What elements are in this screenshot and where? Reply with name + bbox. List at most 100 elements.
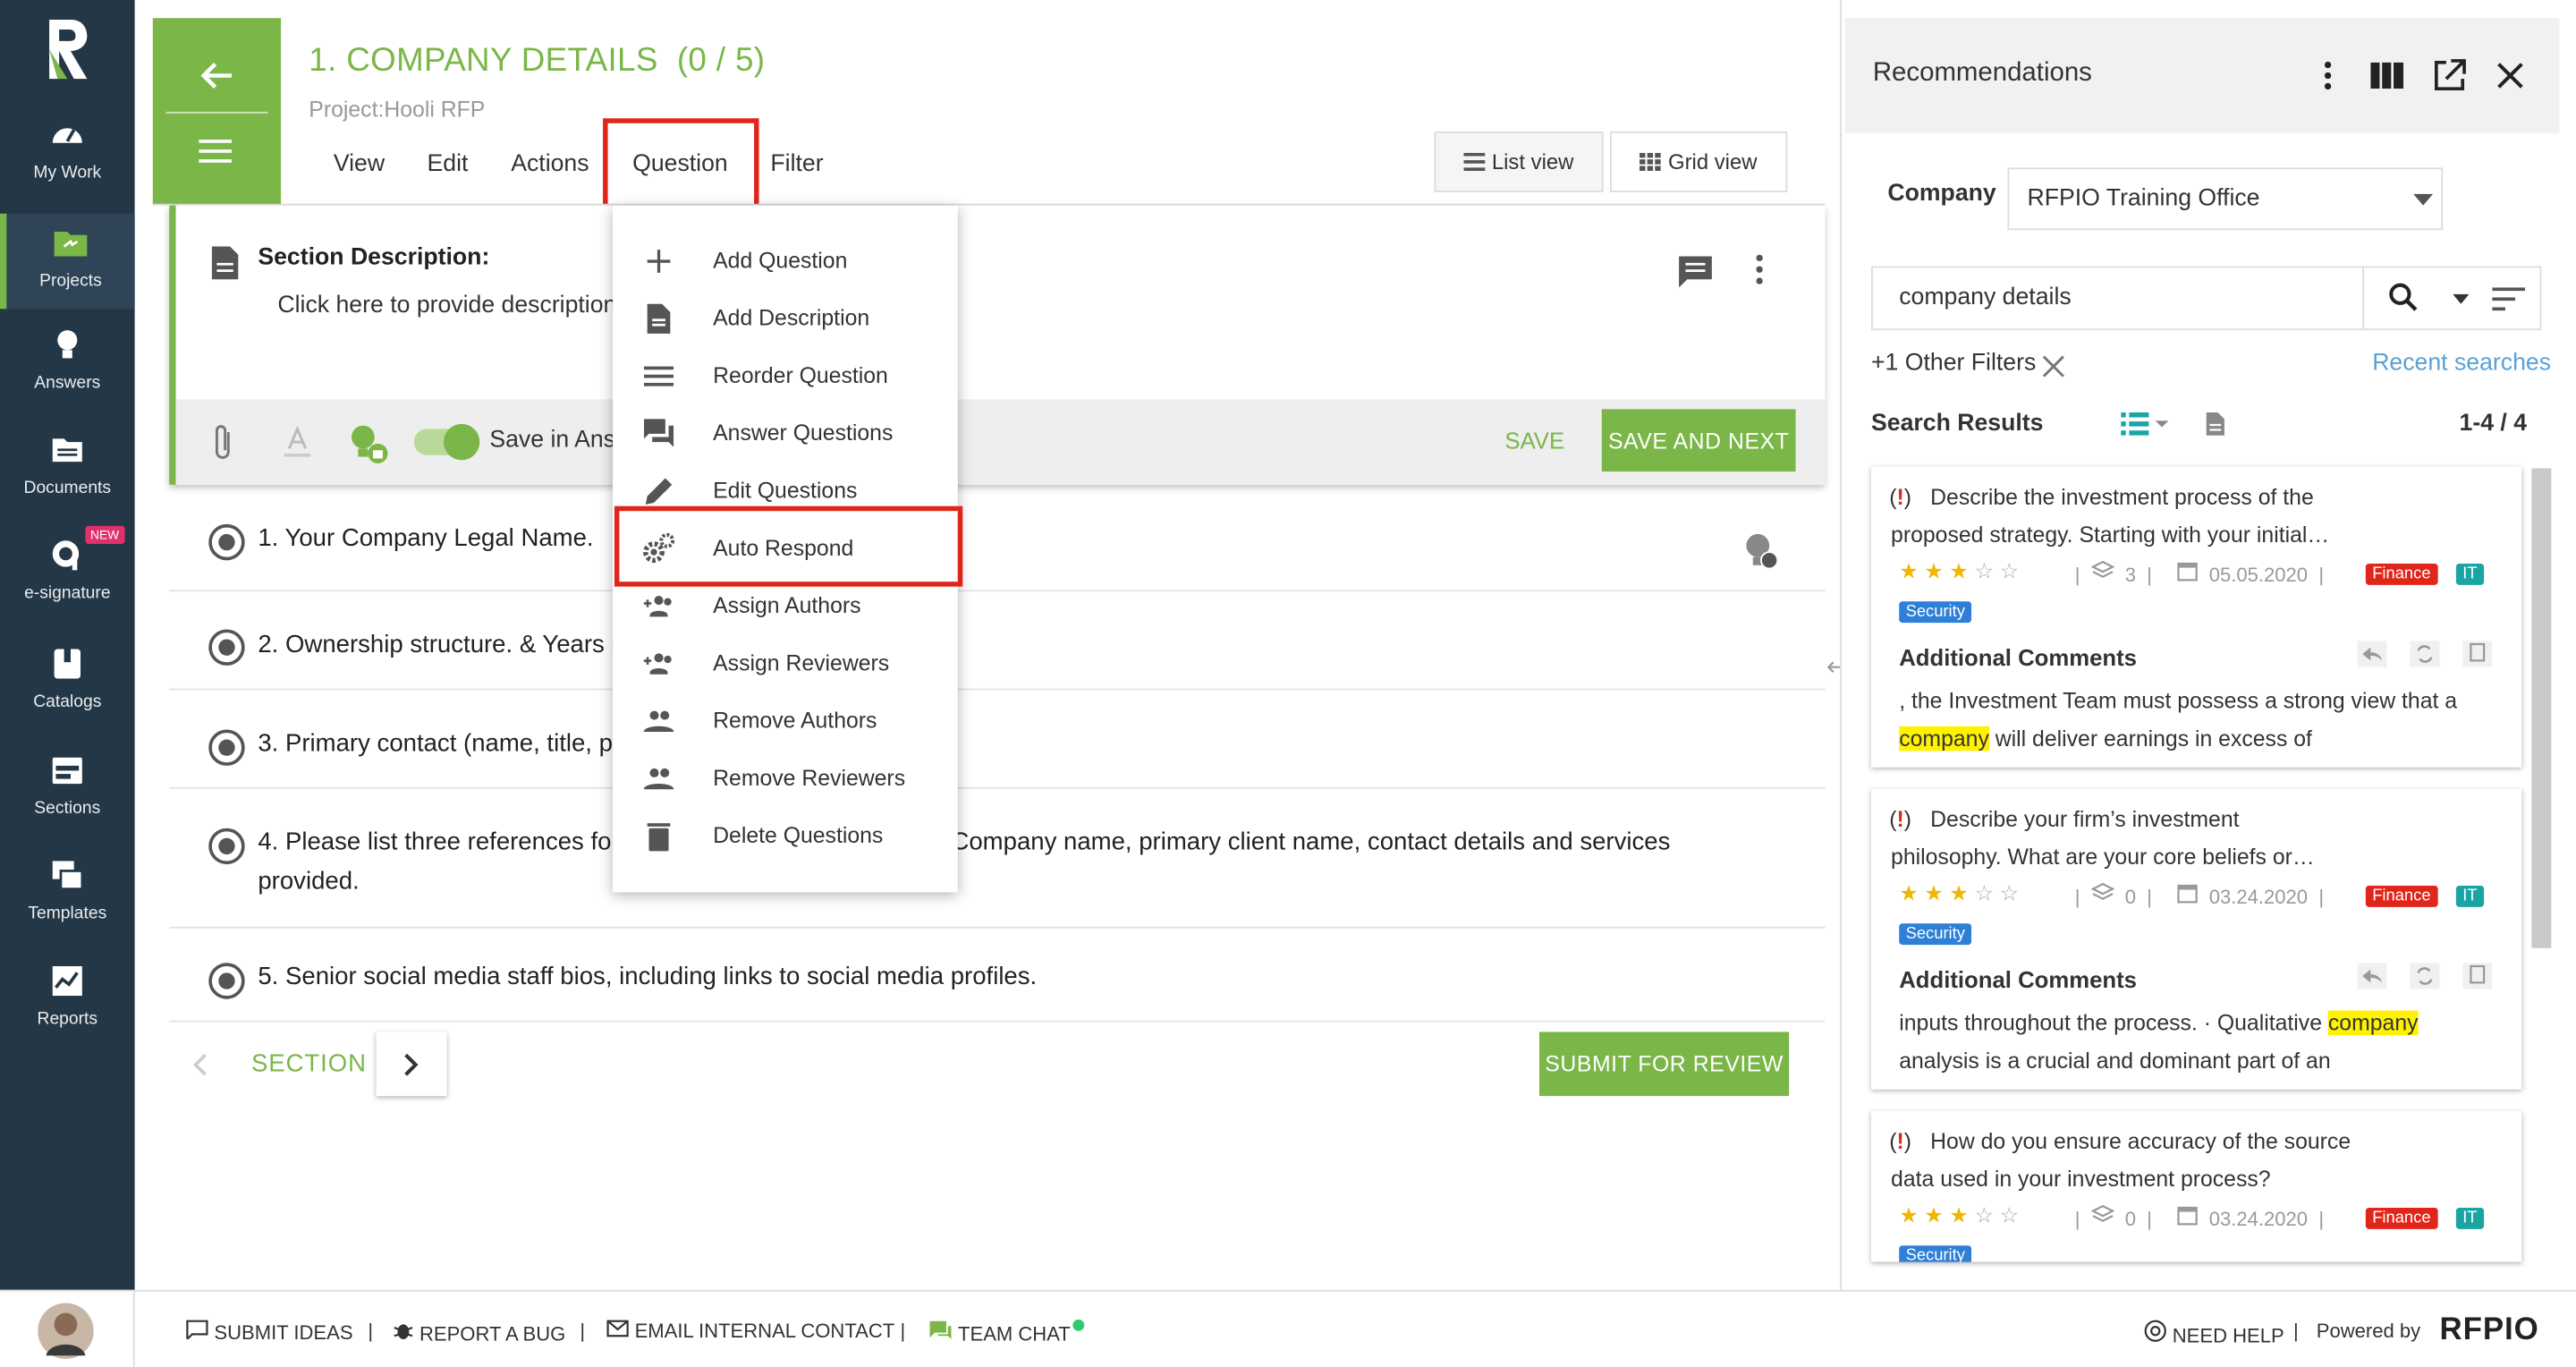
nav-projects[interactable]: Projects: [0, 213, 135, 310]
radio-icon[interactable]: [208, 963, 245, 999]
section-description-card: Section Description: Click here to provi…: [169, 205, 1826, 485]
section-label: SECTION: [251, 1049, 367, 1078]
email-contact-link[interactable]: EMAIL INTERNAL CONTACT: [606, 1320, 894, 1343]
list-view-label: List view: [1491, 149, 1574, 174]
nav-documents[interactable]: Documents: [0, 430, 135, 513]
nav-sections[interactable]: Sections: [0, 751, 135, 833]
reply-icon[interactable]: [2357, 963, 2387, 989]
question-count: (0 / 5): [676, 42, 766, 80]
question-text: 4. Please list three references fo: [258, 828, 612, 856]
menu-item-remove-authors[interactable]: Remove Authors: [613, 692, 958, 749]
separator: |: [580, 1319, 586, 1343]
save-in-answers-toggle[interactable]: [413, 423, 480, 461]
lightbulb-check-icon[interactable]: [1741, 529, 1781, 572]
reply-icon[interactable]: [2357, 641, 2387, 667]
menu-item-answer-questions[interactable]: Answer Questions: [613, 404, 958, 462]
panel-title: Recommendations: [1872, 59, 2092, 88]
question-row[interactable]: 3. Primary contact (name, title, p: [169, 690, 1826, 789]
need-help-link[interactable]: NEED HELP: [2144, 1320, 2284, 1347]
more-vert-icon[interactable]: [1753, 253, 1767, 286]
refresh-icon[interactable]: [2410, 641, 2440, 667]
search-input[interactable]: company details: [1899, 284, 2071, 310]
menu-item-reorder-question[interactable]: Reorder Question: [613, 347, 958, 404]
scrollbar-thumb[interactable]: [2531, 468, 2552, 948]
menu-filter[interactable]: Filter: [770, 151, 823, 177]
nav-reports[interactable]: Reports: [0, 961, 135, 1043]
result-question-line2: proposed strategy. Starting with your in…: [1891, 522, 2330, 548]
text-format-icon[interactable]: [284, 425, 311, 459]
result-comment: , the Investment Team must possess a str…: [1899, 688, 2458, 751]
question-row[interactable]: 5. Senior social media staff bios, inclu…: [169, 929, 1826, 1023]
question-text: 3. Primary contact (name, title, p: [258, 729, 613, 758]
copy-icon[interactable]: [2462, 641, 2493, 667]
copy-icon[interactable]: [2462, 963, 2493, 989]
close-icon[interactable]: [2496, 61, 2525, 90]
radio-icon[interactable]: [208, 629, 245, 666]
result-card[interactable]: (!) Describe the investment process of t…: [1871, 466, 2522, 768]
list-toggle-icon[interactable]: [2121, 412, 2170, 436]
menu-item-remove-reviewers[interactable]: Remove Reviewers: [613, 750, 958, 807]
columns-icon[interactable]: [2370, 62, 2404, 89]
hamburger-icon[interactable]: [199, 136, 234, 166]
menu-item-add-description[interactable]: Add Description: [613, 289, 958, 346]
menu-edit[interactable]: Edit: [428, 151, 469, 177]
radio-icon[interactable]: [208, 523, 245, 561]
result-card[interactable]: (!) Describe your firm’s investment phil…: [1871, 788, 2522, 1090]
menu-item-delete-questions[interactable]: Delete Questions: [613, 807, 958, 864]
report-bug-link[interactable]: REPORT A BUG: [393, 1320, 565, 1346]
menu-actions[interactable]: Actions: [511, 151, 589, 177]
grid-view-button[interactable]: Grid view: [1609, 131, 1788, 192]
recent-searches-link[interactable]: Recent searches: [2372, 350, 2551, 376]
submit-for-review-button[interactable]: SUBMIT FOR REVIEW: [1538, 1032, 1790, 1097]
comment-icon[interactable]: [1675, 253, 1715, 289]
menu-question[interactable]: Question: [632, 151, 728, 177]
list-view-button[interactable]: List view: [1434, 131, 1604, 192]
question-row[interactable]: 1. Your Company Legal Name.: [169, 493, 1826, 592]
menu-item-assign-reviewers[interactable]: Assign Reviewers: [613, 634, 958, 692]
sort-icon[interactable]: [2492, 286, 2526, 312]
section-toolbar: Save in Answers SAVE SAVE AND NEXT: [175, 399, 1826, 485]
additional-comments-label: Additional Comments: [1899, 643, 2137, 671]
result-date: 03.24.2020 |: [2177, 1204, 2324, 1231]
submit-ideas-link[interactable]: SUBMIT IDEAS: [186, 1320, 353, 1344]
open-external-icon[interactable]: [2431, 57, 2467, 93]
section-description-placeholder[interactable]: Click here to provide description: [277, 293, 614, 318]
nav-answers[interactable]: Answers: [0, 326, 135, 408]
more-vert-icon[interactable]: [2323, 61, 2333, 90]
save-and-next-button[interactable]: SAVE AND NEXT: [1601, 409, 1796, 472]
clear-filter-icon[interactable]: [2042, 355, 2065, 378]
team-chat-link[interactable]: TEAM CHAT: [928, 1319, 1084, 1346]
search-box[interactable]: company details: [1871, 266, 2542, 331]
nav-label: Templates: [28, 904, 107, 924]
company-select[interactable]: RFPIO Training Office: [2007, 167, 2444, 231]
menu-view[interactable]: View: [334, 151, 385, 177]
avatar[interactable]: [38, 1303, 94, 1359]
caret-down-icon[interactable]: [2453, 293, 2470, 304]
menu-item-add-question[interactable]: Add Question: [613, 232, 958, 289]
save-button[interactable]: SAVE: [1504, 428, 1564, 454]
search-icon[interactable]: [2389, 283, 2419, 312]
powered-by-label: Powered by: [2316, 1319, 2421, 1343]
question-row[interactable]: 2. Ownership structure. & Years i: [169, 591, 1826, 691]
rfpio-logo[interactable]: [45, 16, 90, 81]
nav-my-work[interactable]: My Work: [0, 115, 135, 198]
nav-esignature[interactable]: NEW e-signature: [0, 525, 135, 618]
nav-catalogs[interactable]: Catalogs: [0, 644, 135, 726]
next-section-button[interactable]: [376, 1032, 447, 1097]
chevron-left-icon[interactable]: [192, 1051, 208, 1077]
question-row[interactable]: 4. Please list three references fo Compa…: [169, 789, 1826, 929]
back-arrow-icon[interactable]: [199, 57, 234, 93]
rating-stars: ★ ★ ★ ☆ ☆: [1899, 1202, 2020, 1228]
refresh-icon[interactable]: [2410, 963, 2440, 989]
nav-label: Catalogs: [33, 692, 102, 712]
search-results-label: Search Results: [1871, 411, 2044, 437]
radio-icon[interactable]: [208, 828, 245, 865]
result-comment: inputs throughout the process. · Qualita…: [1899, 1010, 2419, 1074]
radio-icon[interactable]: [208, 729, 245, 766]
nav-templates[interactable]: Templates: [0, 856, 135, 938]
menu-item-label: Assign Authors: [713, 593, 861, 618]
paperclip-icon[interactable]: [212, 422, 235, 462]
document-icon[interactable]: [2205, 411, 2226, 437]
lightbulb-save-icon[interactable]: [345, 420, 391, 466]
result-card[interactable]: (!) How do you ensure accuracy of the so…: [1871, 1110, 2522, 1262]
